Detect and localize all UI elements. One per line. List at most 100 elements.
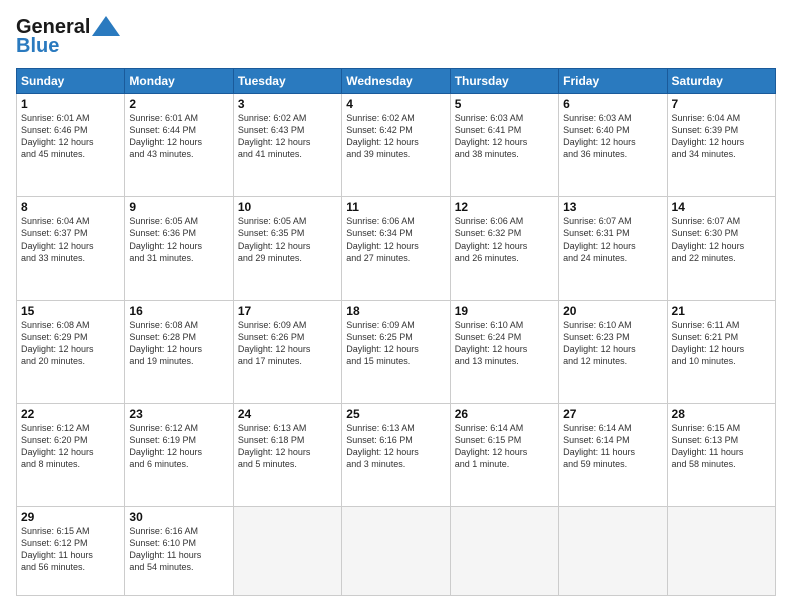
calendar-cell: 26Sunrise: 6:14 AM Sunset: 6:15 PM Dayli… <box>450 403 558 506</box>
day-number: 8 <box>21 200 120 214</box>
header: General Blue <box>16 16 776 58</box>
calendar-cell: 6Sunrise: 6:03 AM Sunset: 6:40 PM Daylig… <box>559 94 667 197</box>
dow-header-monday: Monday <box>125 69 233 94</box>
dow-header-sunday: Sunday <box>17 69 125 94</box>
day-number: 12 <box>455 200 554 214</box>
cell-text: Sunrise: 6:06 AM Sunset: 6:32 PM Dayligh… <box>455 215 554 264</box>
day-number: 17 <box>238 304 337 318</box>
calendar-cell <box>667 507 775 596</box>
day-number: 19 <box>455 304 554 318</box>
dow-header-wednesday: Wednesday <box>342 69 450 94</box>
calendar-cell: 15Sunrise: 6:08 AM Sunset: 6:29 PM Dayli… <box>17 300 125 403</box>
cell-text: Sunrise: 6:01 AM Sunset: 6:44 PM Dayligh… <box>129 112 228 161</box>
cell-text: Sunrise: 6:14 AM Sunset: 6:15 PM Dayligh… <box>455 422 554 471</box>
calendar-cell <box>233 507 341 596</box>
day-number: 25 <box>346 407 445 421</box>
day-number: 28 <box>672 407 771 421</box>
calendar-cell: 29Sunrise: 6:15 AM Sunset: 6:12 PM Dayli… <box>17 507 125 596</box>
calendar-cell: 16Sunrise: 6:08 AM Sunset: 6:28 PM Dayli… <box>125 300 233 403</box>
calendar-cell: 17Sunrise: 6:09 AM Sunset: 6:26 PM Dayli… <box>233 300 341 403</box>
cell-text: Sunrise: 6:11 AM Sunset: 6:21 PM Dayligh… <box>672 319 771 368</box>
dow-header-friday: Friday <box>559 69 667 94</box>
day-number: 22 <box>21 407 120 421</box>
day-number: 2 <box>129 97 228 111</box>
calendar-cell: 12Sunrise: 6:06 AM Sunset: 6:32 PM Dayli… <box>450 197 558 300</box>
day-number: 29 <box>21 510 120 524</box>
calendar-cell: 20Sunrise: 6:10 AM Sunset: 6:23 PM Dayli… <box>559 300 667 403</box>
calendar-cell: 11Sunrise: 6:06 AM Sunset: 6:34 PM Dayli… <box>342 197 450 300</box>
logo-arrow-icon <box>92 16 120 36</box>
cell-text: Sunrise: 6:12 AM Sunset: 6:19 PM Dayligh… <box>129 422 228 471</box>
dow-header-tuesday: Tuesday <box>233 69 341 94</box>
day-number: 6 <box>563 97 662 111</box>
cell-text: Sunrise: 6:05 AM Sunset: 6:36 PM Dayligh… <box>129 215 228 264</box>
week-row-4: 22Sunrise: 6:12 AM Sunset: 6:20 PM Dayli… <box>17 403 776 506</box>
calendar-table: SundayMondayTuesdayWednesdayThursdayFrid… <box>16 68 776 596</box>
day-number: 23 <box>129 407 228 421</box>
calendar-cell: 22Sunrise: 6:12 AM Sunset: 6:20 PM Dayli… <box>17 403 125 506</box>
cell-text: Sunrise: 6:04 AM Sunset: 6:39 PM Dayligh… <box>672 112 771 161</box>
calendar-cell: 28Sunrise: 6:15 AM Sunset: 6:13 PM Dayli… <box>667 403 775 506</box>
day-number: 27 <box>563 407 662 421</box>
day-number: 9 <box>129 200 228 214</box>
day-number: 14 <box>672 200 771 214</box>
cell-text: Sunrise: 6:04 AM Sunset: 6:37 PM Dayligh… <box>21 215 120 264</box>
day-number: 20 <box>563 304 662 318</box>
calendar-cell: 9Sunrise: 6:05 AM Sunset: 6:36 PM Daylig… <box>125 197 233 300</box>
cell-text: Sunrise: 6:07 AM Sunset: 6:31 PM Dayligh… <box>563 215 662 264</box>
calendar-cell: 14Sunrise: 6:07 AM Sunset: 6:30 PM Dayli… <box>667 197 775 300</box>
day-number: 30 <box>129 510 228 524</box>
cell-text: Sunrise: 6:13 AM Sunset: 6:16 PM Dayligh… <box>346 422 445 471</box>
calendar-body: 1Sunrise: 6:01 AM Sunset: 6:46 PM Daylig… <box>17 94 776 596</box>
cell-text: Sunrise: 6:09 AM Sunset: 6:26 PM Dayligh… <box>238 319 337 368</box>
calendar-cell: 18Sunrise: 6:09 AM Sunset: 6:25 PM Dayli… <box>342 300 450 403</box>
dow-header-thursday: Thursday <box>450 69 558 94</box>
calendar-cell <box>559 507 667 596</box>
cell-text: Sunrise: 6:08 AM Sunset: 6:28 PM Dayligh… <box>129 319 228 368</box>
calendar-cell <box>342 507 450 596</box>
cell-text: Sunrise: 6:01 AM Sunset: 6:46 PM Dayligh… <box>21 112 120 161</box>
day-number: 21 <box>672 304 771 318</box>
cell-text: Sunrise: 6:15 AM Sunset: 6:12 PM Dayligh… <box>21 525 120 574</box>
day-number: 18 <box>346 304 445 318</box>
calendar-cell: 19Sunrise: 6:10 AM Sunset: 6:24 PM Dayli… <box>450 300 558 403</box>
week-row-1: 1Sunrise: 6:01 AM Sunset: 6:46 PM Daylig… <box>17 94 776 197</box>
calendar-cell: 23Sunrise: 6:12 AM Sunset: 6:19 PM Dayli… <box>125 403 233 506</box>
logo-blue: Blue <box>16 35 59 58</box>
cell-text: Sunrise: 6:07 AM Sunset: 6:30 PM Dayligh… <box>672 215 771 264</box>
cell-text: Sunrise: 6:15 AM Sunset: 6:13 PM Dayligh… <box>672 422 771 471</box>
calendar-cell: 30Sunrise: 6:16 AM Sunset: 6:10 PM Dayli… <box>125 507 233 596</box>
day-number: 26 <box>455 407 554 421</box>
cell-text: Sunrise: 6:13 AM Sunset: 6:18 PM Dayligh… <box>238 422 337 471</box>
calendar-cell: 5Sunrise: 6:03 AM Sunset: 6:41 PM Daylig… <box>450 94 558 197</box>
cell-text: Sunrise: 6:05 AM Sunset: 6:35 PM Dayligh… <box>238 215 337 264</box>
day-number: 7 <box>672 97 771 111</box>
calendar-cell: 2Sunrise: 6:01 AM Sunset: 6:44 PM Daylig… <box>125 94 233 197</box>
calendar-cell: 21Sunrise: 6:11 AM Sunset: 6:21 PM Dayli… <box>667 300 775 403</box>
cell-text: Sunrise: 6:10 AM Sunset: 6:24 PM Dayligh… <box>455 319 554 368</box>
week-row-5: 29Sunrise: 6:15 AM Sunset: 6:12 PM Dayli… <box>17 507 776 596</box>
day-number: 10 <box>238 200 337 214</box>
calendar-cell: 13Sunrise: 6:07 AM Sunset: 6:31 PM Dayli… <box>559 197 667 300</box>
calendar-cell: 10Sunrise: 6:05 AM Sunset: 6:35 PM Dayli… <box>233 197 341 300</box>
cell-text: Sunrise: 6:16 AM Sunset: 6:10 PM Dayligh… <box>129 525 228 574</box>
calendar-cell: 27Sunrise: 6:14 AM Sunset: 6:14 PM Dayli… <box>559 403 667 506</box>
calendar-cell: 8Sunrise: 6:04 AM Sunset: 6:37 PM Daylig… <box>17 197 125 300</box>
calendar-cell: 25Sunrise: 6:13 AM Sunset: 6:16 PM Dayli… <box>342 403 450 506</box>
cell-text: Sunrise: 6:03 AM Sunset: 6:40 PM Dayligh… <box>563 112 662 161</box>
days-of-week-row: SundayMondayTuesdayWednesdayThursdayFrid… <box>17 69 776 94</box>
cell-text: Sunrise: 6:08 AM Sunset: 6:29 PM Dayligh… <box>21 319 120 368</box>
week-row-3: 15Sunrise: 6:08 AM Sunset: 6:29 PM Dayli… <box>17 300 776 403</box>
calendar-cell: 7Sunrise: 6:04 AM Sunset: 6:39 PM Daylig… <box>667 94 775 197</box>
calendar-cell: 4Sunrise: 6:02 AM Sunset: 6:42 PM Daylig… <box>342 94 450 197</box>
cell-text: Sunrise: 6:12 AM Sunset: 6:20 PM Dayligh… <box>21 422 120 471</box>
day-number: 13 <box>563 200 662 214</box>
calendar-cell <box>450 507 558 596</box>
day-number: 1 <box>21 97 120 111</box>
page: General Blue SundayMondayTuesdayWednesda… <box>0 0 792 612</box>
logo: General Blue <box>16 16 120 58</box>
calendar-cell: 3Sunrise: 6:02 AM Sunset: 6:43 PM Daylig… <box>233 94 341 197</box>
calendar-cell: 24Sunrise: 6:13 AM Sunset: 6:18 PM Dayli… <box>233 403 341 506</box>
cell-text: Sunrise: 6:02 AM Sunset: 6:42 PM Dayligh… <box>346 112 445 161</box>
cell-text: Sunrise: 6:03 AM Sunset: 6:41 PM Dayligh… <box>455 112 554 161</box>
